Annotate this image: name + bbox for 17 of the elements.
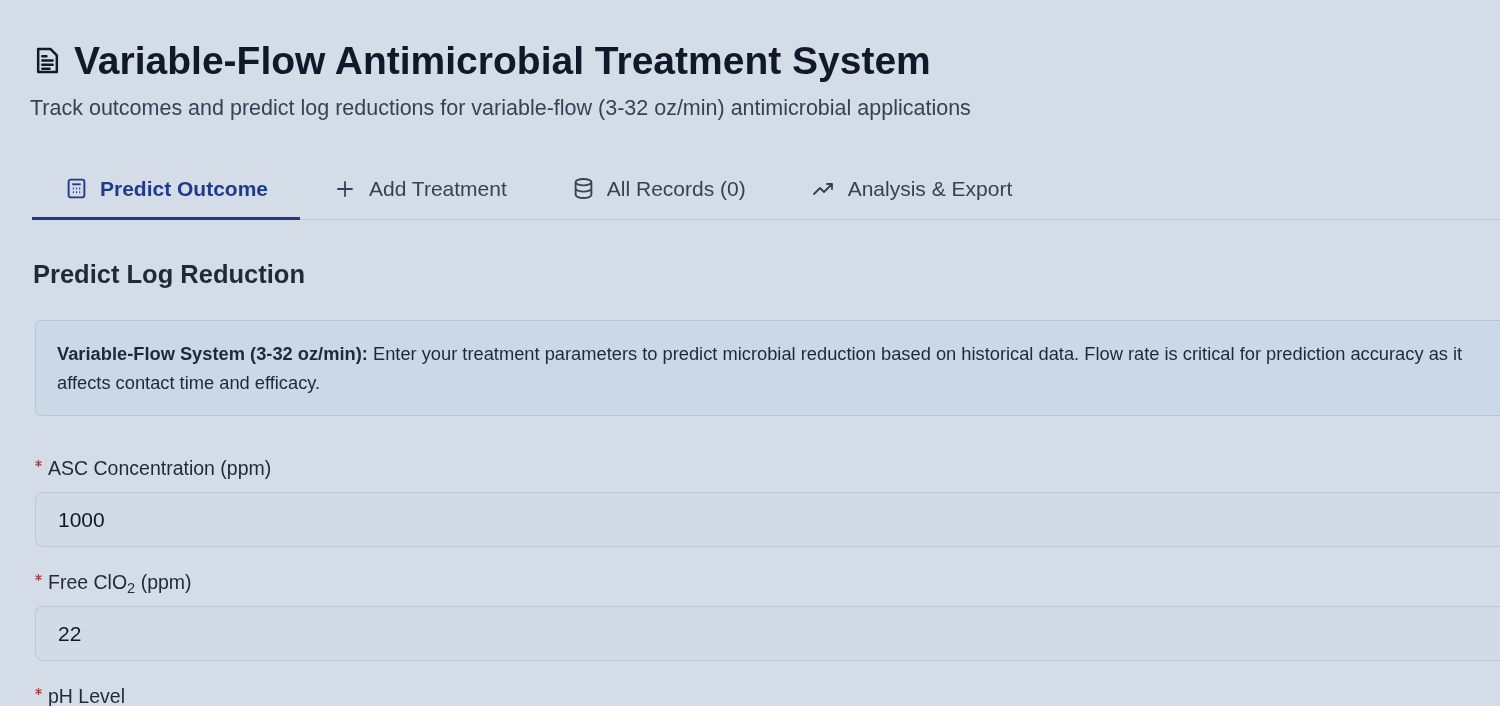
input-field[interactable]: 22 [35,606,1500,661]
tab[interactable]: All Records (0) [538,160,778,220]
field-label: Free ClO$_{2}$ (ppm) [48,570,192,595]
trend-up-icon [812,182,834,195]
plus-icon [337,180,354,197]
section-heading: Predict Log Reduction [33,259,306,290]
database-icon [573,178,593,199]
tab[interactable]: Add Treatment [300,160,539,220]
page-title: Variable-Flow Antimicrobial Treatment System [74,38,931,84]
page-subtitle: Track outcomes and predict log reductions for variable-flow (3-32 oz/min) antimicrobial applications [30,95,972,122]
tab[interactable]: Analysis & Export [777,160,1045,220]
field-label: ASC Concentration (ppm) [48,456,272,481]
tab[interactable]: Predict Outcome [32,160,301,220]
info-text: Variable-Flow System (3-32 oz/min): Enter your treatment parameters to predict microbial reduction based on historical data. Flow rate is critical for prediction accuracy as it affects contact time and efficacy. [57,342,1464,395]
calculator-icon [67,178,86,199]
input-field[interactable]: 1000 [35,492,1500,547]
document-icon [35,46,60,75]
